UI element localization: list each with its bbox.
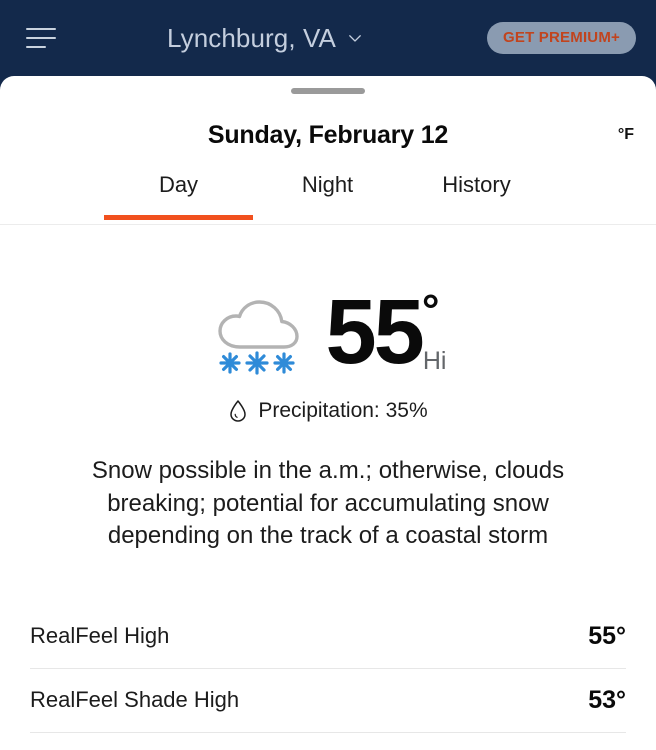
water-drop-icon — [230, 400, 247, 422]
tab-day[interactable]: Day — [104, 166, 253, 220]
tab-history[interactable]: History — [402, 166, 551, 220]
forecast-sheet: Sunday, February 12 °F Day Night History — [0, 76, 656, 750]
date-row: Sunday, February 12 °F — [0, 112, 656, 158]
sheet-drag-handle[interactable] — [0, 76, 656, 98]
forecast-tabs: Day Night History — [0, 166, 656, 224]
degree-symbol: ° — [421, 286, 440, 336]
tab-night-underline — [253, 215, 402, 220]
tab-history-underline — [402, 215, 551, 220]
page-title: Sunday, February 12 — [207, 120, 449, 149]
precipitation-text: Precipitation: 35% — [258, 399, 428, 422]
temperature-unit-toggle[interactable]: °F — [618, 126, 634, 144]
location-selector[interactable]: Lynchburg, VA — [44, 23, 487, 54]
drag-handle-bar — [291, 88, 365, 94]
get-premium-button[interactable]: GET PREMIUM+ — [487, 22, 636, 54]
table-row[interactable]: RealFeel High 55° — [30, 605, 626, 669]
current-conditions: 55 ° Hi — [0, 281, 656, 384]
tab-day-label: Day — [158, 172, 199, 197]
temperature-value: 55 — [325, 281, 425, 384]
tab-night[interactable]: Night — [253, 166, 402, 220]
temperature-block: 55 ° Hi — [325, 281, 447, 384]
table-row[interactable]: RealFeel Shade High 53° — [30, 669, 626, 733]
tabs-baseline-divider — [0, 224, 656, 225]
detail-list: RealFeel High 55° RealFeel Shade High 53… — [0, 605, 656, 733]
app-header: Lynchburg, VA GET PREMIUM+ — [0, 0, 656, 76]
hamburger-line-3 — [26, 46, 46, 48]
detail-label: RealFeel Shade High — [30, 687, 240, 713]
location-name: Lynchburg, VA — [167, 22, 336, 53]
detail-value: 53° — [588, 685, 626, 714]
chevron-down-icon — [349, 35, 361, 42]
high-low-label: Hi — [422, 346, 447, 375]
precipitation-row: Precipitation: 35% — [0, 399, 656, 423]
weather-app-screen: Lynchburg, VA GET PREMIUM+ Sunday, Febru… — [0, 0, 656, 750]
detail-value: 55° — [588, 621, 626, 650]
cloud-with-snow-icon — [210, 287, 308, 379]
tab-history-label: History — [442, 172, 511, 197]
detail-label: RealFeel High — [30, 623, 170, 649]
tab-night-label: Night — [301, 172, 354, 197]
forecast-description: Snow possible in the a.m.; otherwise, cl… — [91, 457, 565, 550]
temperature-suffix: ° Hi — [421, 286, 447, 376]
tab-active-underline — [104, 215, 253, 220]
